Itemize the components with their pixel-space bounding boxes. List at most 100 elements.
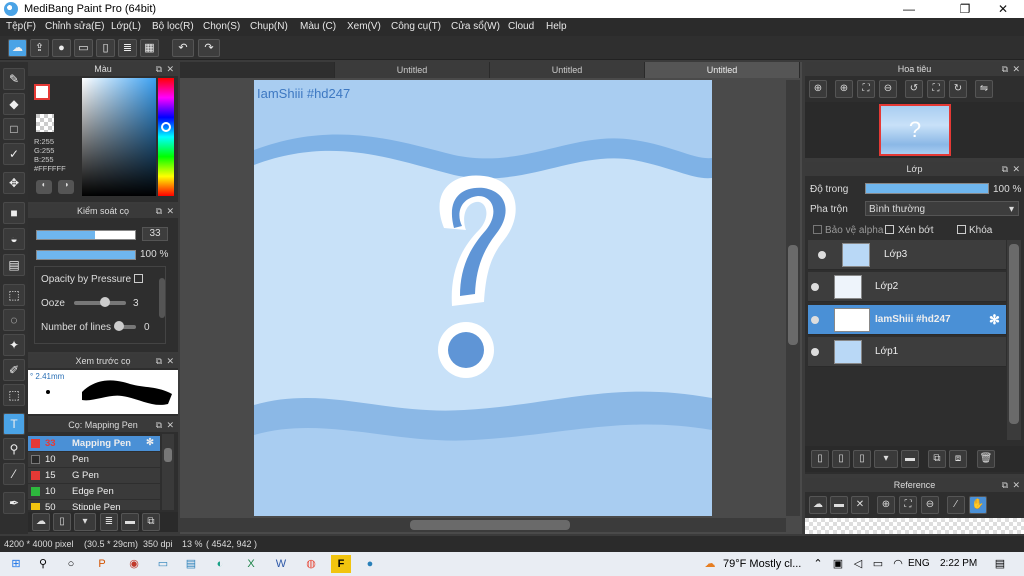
horizontal-scrollbar[interactable] bbox=[180, 518, 786, 532]
brush-size-slider[interactable] bbox=[36, 230, 136, 240]
gradient-tool-icon[interactable]: ▤ bbox=[3, 254, 25, 276]
hue-slider[interactable] bbox=[158, 78, 174, 196]
windows-start-icon[interactable]: ⊞ bbox=[6, 555, 26, 573]
menu-help[interactable]: Help bbox=[546, 21, 567, 32]
brush-folder-icon[interactable]: ▬ bbox=[121, 513, 139, 531]
reference-eyedropper-icon[interactable]: ⁄ bbox=[947, 496, 965, 514]
monitor-icon[interactable]: ▭ bbox=[153, 555, 173, 573]
menu-edit[interactable]: Chỉnh sửa(E) bbox=[45, 21, 105, 32]
reference-zoom-in-icon[interactable]: ⊕ bbox=[877, 496, 895, 514]
transparent-swatch[interactable] bbox=[36, 114, 54, 132]
list-icon[interactable]: ≣ bbox=[118, 39, 137, 57]
page-icon[interactable]: ▯ bbox=[96, 39, 115, 57]
upload-icon[interactable]: ⇪ bbox=[30, 39, 49, 57]
duplicate-brush-icon[interactable]: ⧉ bbox=[142, 513, 160, 531]
popout-icon[interactable]: ⧉ bbox=[156, 62, 162, 76]
close-panel-icon[interactable]: ✕ bbox=[1012, 162, 1020, 176]
brush-item-pen[interactable]: 10 Pen bbox=[28, 452, 160, 467]
duplicate-layer-icon[interactable]: ⧉ bbox=[928, 450, 946, 468]
flip-icon[interactable]: ⇋ bbox=[975, 80, 993, 98]
brush-item-edge-pen[interactable]: 10 Edge Pen bbox=[28, 484, 160, 499]
brush-menu-icon[interactable]: ▾ bbox=[74, 513, 96, 531]
menu-window[interactable]: Cửa sổ(W) bbox=[451, 21, 500, 32]
visibility-icon[interactable] bbox=[818, 251, 826, 259]
brush-opacity-slider[interactable] bbox=[36, 250, 136, 260]
add-brush-cloud-icon[interactable]: ☁ bbox=[32, 513, 50, 531]
visibility-icon[interactable] bbox=[811, 283, 819, 291]
menu-layer[interactable]: Lớp(L) bbox=[111, 21, 141, 32]
lock-checkbox[interactable] bbox=[957, 225, 966, 234]
tab-untitled-2[interactable]: Untitled bbox=[490, 62, 645, 78]
layer-opacity-slider[interactable] bbox=[865, 183, 989, 194]
reset-view-icon[interactable]: ⛶ bbox=[927, 80, 945, 98]
notification-icon[interactable]: ▤ bbox=[990, 555, 1010, 573]
popout-icon[interactable]: ⧉ bbox=[156, 204, 162, 218]
edge-icon[interactable]: ◐ bbox=[210, 555, 230, 573]
select-eraser-icon[interactable]: ⬚ bbox=[3, 384, 25, 406]
ooze-handle[interactable] bbox=[100, 297, 110, 307]
pen-tool-icon[interactable]: ✒ bbox=[3, 492, 25, 514]
undo-icon[interactable]: ↶ bbox=[172, 39, 194, 57]
search-icon[interactable]: ⚲ bbox=[33, 555, 53, 573]
brush-item-g-pen[interactable]: 15 G Pen bbox=[28, 468, 160, 483]
layer-row-lop1[interactable]: Lớp1 bbox=[808, 337, 1006, 367]
powerpoint-icon[interactable]: P bbox=[92, 555, 112, 573]
merge-layer-icon[interactable]: ⧈ bbox=[949, 450, 967, 468]
brush-settings-icon[interactable]: ≣ bbox=[100, 513, 118, 531]
rotate-left-icon[interactable]: ↺ bbox=[905, 80, 923, 98]
reference-fit-icon[interactable]: ⛶ bbox=[899, 496, 917, 514]
move-tool-icon[interactable]: ✥ bbox=[3, 172, 25, 194]
brush-tool-icon[interactable]: ✎ bbox=[3, 68, 25, 90]
popout-icon[interactable]: ⧉ bbox=[156, 418, 162, 432]
reference-zoom-out-icon[interactable]: ⊖ bbox=[921, 496, 939, 514]
drawing-canvas[interactable]: IamShiii #hd247 bbox=[254, 80, 712, 516]
reference-view[interactable] bbox=[805, 518, 1024, 534]
brush-item-mapping-pen[interactable]: 33 Mapping Pen ✻ bbox=[28, 436, 160, 451]
new-layer-icon[interactable]: ▯ bbox=[811, 450, 829, 468]
cloud-icon[interactable]: ☁ bbox=[8, 39, 27, 57]
medibang-task-icon[interactable]: ● bbox=[360, 555, 380, 573]
popout-icon[interactable]: ⧉ bbox=[1002, 62, 1008, 76]
close-button[interactable]: ✕ bbox=[980, 0, 1024, 18]
close-panel-icon[interactable]: ✕ bbox=[1012, 62, 1020, 76]
menu-view[interactable]: Xem(V) bbox=[347, 21, 381, 32]
volume-icon[interactable]: ◁ bbox=[848, 555, 868, 573]
wifi-icon[interactable]: ◠ bbox=[888, 555, 908, 573]
brush-options-scrollbar[interactable] bbox=[159, 278, 165, 318]
close-panel-icon[interactable]: ✕ bbox=[166, 204, 174, 218]
reference-open-icon[interactable]: ▬ bbox=[830, 496, 848, 514]
zoom-out-icon[interactable]: ⊖ bbox=[879, 80, 897, 98]
battery-icon[interactable]: ▭ bbox=[868, 555, 888, 573]
add-layer-menu-icon[interactable]: ▾ bbox=[874, 450, 898, 468]
minimize-button[interactable]: — bbox=[886, 0, 932, 18]
layer-row-lop3[interactable]: Lớp3 bbox=[808, 240, 1006, 270]
navigator-preview[interactable]: ? bbox=[805, 102, 1024, 158]
blend-mode-select[interactable]: Bình thường ▾ bbox=[865, 201, 1019, 216]
reference-close-icon[interactable]: ✕ bbox=[851, 496, 869, 514]
popout-icon[interactable]: ⧉ bbox=[1002, 478, 1008, 492]
layer-row-watermark[interactable]: IamShiii #hd247 ✻ bbox=[808, 305, 1006, 335]
app-icon-red[interactable]: ◉ bbox=[124, 555, 144, 573]
menu-tools[interactable]: Công cụ(T) bbox=[391, 21, 441, 32]
grid-icon[interactable]: ▦ bbox=[140, 39, 159, 57]
popout-icon[interactable]: ⧉ bbox=[156, 354, 162, 368]
rotate-right-icon[interactable]: ↻ bbox=[949, 80, 967, 98]
new-brush-icon[interactable]: ▯ bbox=[53, 513, 71, 531]
eraser-tool-icon[interactable]: ◆ bbox=[3, 93, 25, 115]
menu-file[interactable]: Tệp(F) bbox=[6, 21, 36, 32]
excel-icon[interactable]: X bbox=[241, 555, 261, 573]
language-indicator[interactable]: ENG bbox=[908, 558, 930, 569]
palette-icon[interactable]: ◐ bbox=[36, 180, 52, 194]
reference-hand-icon[interactable]: ✋ bbox=[969, 496, 987, 514]
layer-scrollbar[interactable] bbox=[1007, 240, 1021, 440]
gear-icon[interactable]: ✻ bbox=[989, 312, 1000, 328]
visibility-icon[interactable] bbox=[811, 348, 819, 356]
clock[interactable]: 2:22 PM bbox=[940, 558, 977, 569]
folder-icon[interactable]: ▬ bbox=[901, 450, 919, 468]
task-view-icon[interactable]: ○ bbox=[61, 555, 81, 573]
select-tool-icon[interactable]: ⬚ bbox=[3, 284, 25, 306]
close-panel-icon[interactable]: ✕ bbox=[166, 62, 174, 76]
layer-row-lop2[interactable]: Lớp2 bbox=[808, 272, 1006, 302]
menu-snap[interactable]: Chụp(N) bbox=[250, 21, 288, 32]
weather-text[interactable]: 79°F Mostly cl... bbox=[723, 558, 801, 570]
